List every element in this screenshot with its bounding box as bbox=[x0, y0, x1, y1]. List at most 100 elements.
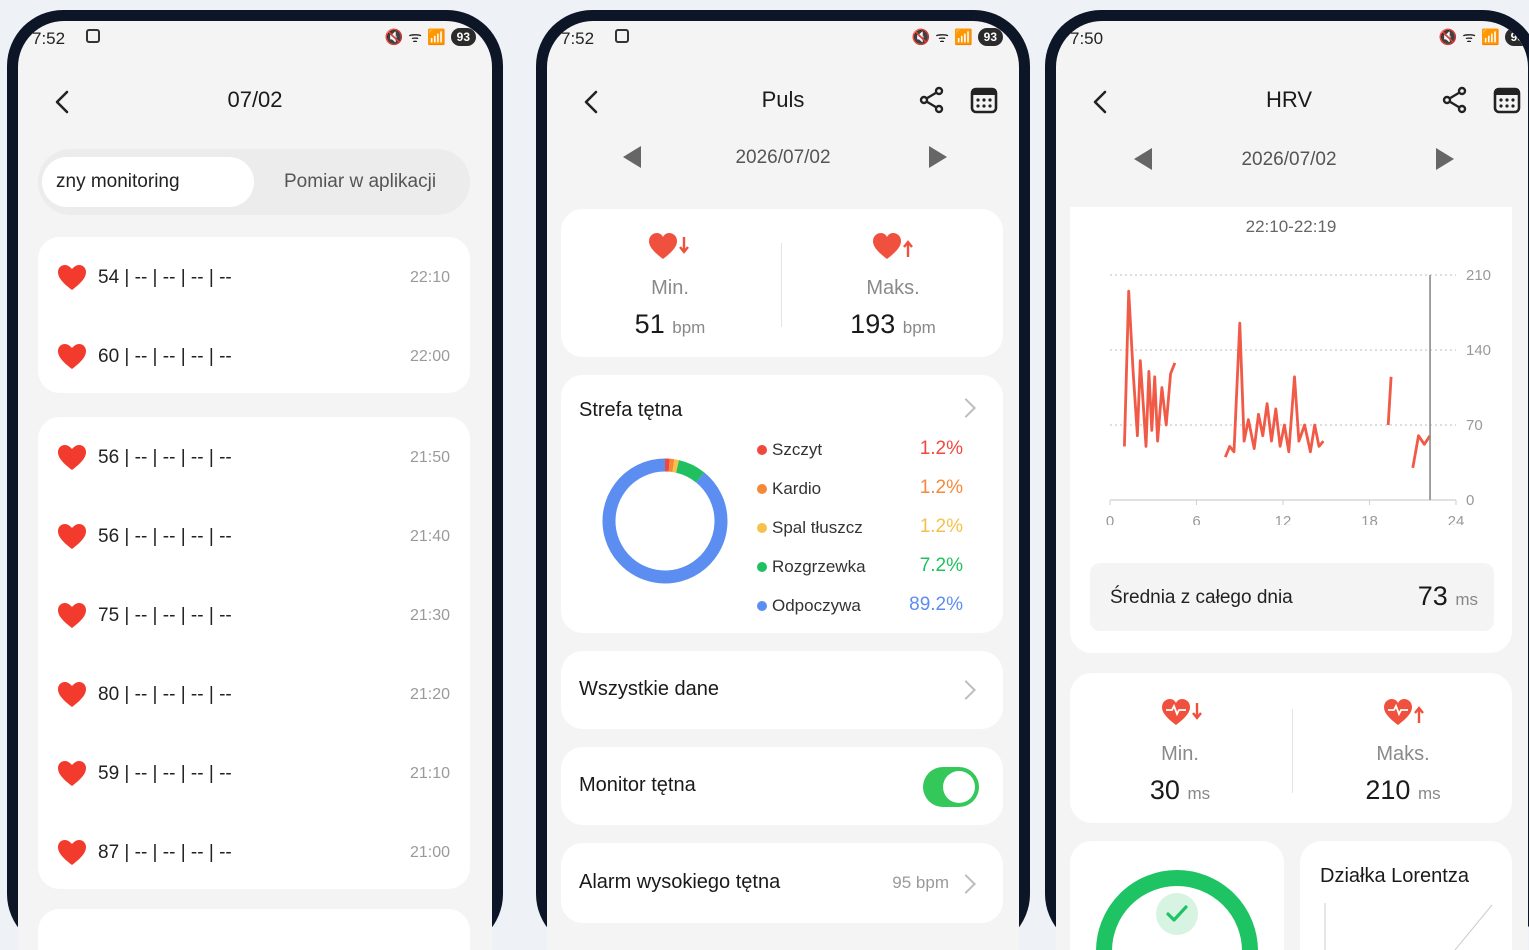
zone-name: Kardio bbox=[772, 479, 821, 499]
x-tick-label: 24 bbox=[1448, 513, 1465, 525]
stress-gauge-card[interactable] bbox=[1070, 841, 1284, 950]
signal-icon: 📶 bbox=[954, 28, 973, 46]
zone-color-dot bbox=[757, 445, 767, 455]
list-item[interactable]: 56 | -- | -- | -- | -- 21:50 bbox=[38, 437, 470, 477]
list-item[interactable]: 87 | -- | -- | -- | -- 21:00 bbox=[38, 832, 470, 872]
zone-name: Szczyt bbox=[772, 440, 822, 460]
reading-time: 22:00 bbox=[410, 348, 450, 366]
hrv-series-line bbox=[1124, 291, 1175, 446]
min-max-card: Min. 51 bpm Maks. 193 bpm bbox=[561, 209, 1003, 357]
mute-icon: 🔇 bbox=[912, 28, 931, 46]
heart-icon bbox=[58, 445, 86, 471]
heart-rate-reading: 56 | -- | -- | -- | -- bbox=[98, 447, 232, 469]
heart-zone-donut bbox=[595, 451, 735, 591]
screen-record-icon bbox=[615, 29, 629, 43]
x-tick-label: 12 bbox=[1275, 513, 1292, 525]
hrv-min-label: Min. bbox=[1100, 743, 1260, 766]
hrv-series-line bbox=[1225, 323, 1323, 457]
heart-icon bbox=[58, 265, 86, 291]
list-item[interactable]: 54 | -- | -- | -- | --22:10 bbox=[38, 257, 470, 297]
list-item[interactable]: 60 | -- | -- | -- | --22:00 bbox=[38, 336, 470, 376]
header: Puls bbox=[547, 79, 1019, 123]
hrv-min-max-card: Min. 30 ms Maks. 210 ms bbox=[1070, 673, 1512, 823]
heart-icon bbox=[58, 761, 86, 787]
chevron-right-icon bbox=[956, 874, 976, 894]
high-hr-alarm-value: 95 bpm bbox=[892, 873, 949, 893]
reading-time: 21:00 bbox=[410, 844, 450, 862]
hrv-min-value: 30 ms bbox=[1100, 775, 1260, 806]
hrv-chart-card: 22:10-22:19 21014070006121824 Średnia z … bbox=[1070, 207, 1512, 653]
status-time: 7:50 bbox=[1070, 29, 1103, 49]
x-tick-label: 0 bbox=[1106, 513, 1114, 525]
donut-slice bbox=[609, 465, 721, 577]
zone-percent: 1.2% bbox=[920, 438, 963, 460]
calendar-icon[interactable] bbox=[1492, 85, 1522, 115]
reading-time: 22:10 bbox=[410, 269, 450, 287]
calendar-icon[interactable] bbox=[969, 85, 999, 115]
high-hr-alarm-row[interactable]: Alarm wysokiego tętna 95 bpm bbox=[561, 843, 1003, 923]
list-item[interactable]: 59 | -- | -- | -- | --21:10 bbox=[38, 753, 470, 793]
heart-up-icon bbox=[873, 233, 913, 261]
heart-icon bbox=[58, 840, 86, 866]
hrv-series-line bbox=[1413, 436, 1430, 468]
heart-monitor-row: Monitor tętna bbox=[561, 747, 1003, 825]
reading-time: 21:10 bbox=[410, 765, 450, 783]
next-day-icon[interactable] bbox=[929, 146, 947, 168]
zone-percent: 1.2% bbox=[920, 477, 963, 499]
zone-name: Odpoczywa bbox=[772, 596, 861, 616]
mute-icon: 🔇 bbox=[385, 28, 404, 46]
status-time: 7:52 bbox=[561, 29, 594, 49]
phone-3-screen: 7:50 🔇 ᯤ 📶 93 HRV 2026/07/02 bbox=[1056, 21, 1528, 950]
mute-icon: 🔇 bbox=[1439, 28, 1458, 46]
y-tick-label: 210 bbox=[1466, 267, 1491, 284]
screen-record-icon bbox=[86, 29, 100, 43]
wifi-icon: ᯤ bbox=[935, 27, 949, 47]
zone-legend-item: Spal tłuszcz1.2% bbox=[757, 515, 963, 543]
lorentz-mini-plot bbox=[1300, 841, 1512, 950]
status-icons: 🔇 ᯤ 📶 93 bbox=[385, 27, 476, 47]
phone-1: 7:52 🔇 ᯤ 📶 93 07/02 zny monitoring Pomia… bbox=[7, 10, 503, 950]
signal-icon: 📶 bbox=[1481, 28, 1500, 46]
min-label: Min. bbox=[590, 277, 750, 300]
status-icons: 🔇 ᯤ 📶 93 bbox=[1439, 27, 1528, 47]
list-item[interactable]: 80 | -- | -- | -- | --21:20 bbox=[38, 674, 470, 714]
high-hr-alarm-label: Alarm wysokiego tętna bbox=[579, 871, 780, 894]
heart-rate-reading: 87 | -- | -- | -- | -- bbox=[98, 842, 232, 864]
header: 07/02 bbox=[18, 79, 492, 123]
tab-auto-monitoring[interactable]: zny monitoring bbox=[42, 157, 254, 207]
time-range-label: 22:10-22:19 bbox=[1070, 217, 1512, 237]
lorentz-plot-card[interactable]: Działka Lorentza bbox=[1300, 841, 1512, 950]
heart-zone-card[interactable]: Strefa tętna Szczyt1.2%Kardio1.2%Spal tł… bbox=[561, 375, 1003, 633]
tab-app-measurement[interactable]: Pomiar w aplikacji bbox=[284, 171, 436, 193]
records-card-3 bbox=[38, 909, 470, 950]
reading-time: 21:40 bbox=[410, 528, 450, 546]
toggle-knob bbox=[943, 771, 975, 803]
heart-pulse-down-icon bbox=[1162, 699, 1202, 727]
phone-1-screen: 7:52 🔇 ᯤ 📶 93 07/02 zny monitoring Pomia… bbox=[18, 21, 492, 950]
min-value: 51 bpm bbox=[590, 309, 750, 340]
zone-legend-item: Szczyt 1.2% bbox=[757, 437, 963, 465]
y-tick-label: 0 bbox=[1466, 492, 1474, 509]
page-title: Puls bbox=[547, 87, 1019, 113]
check-icon bbox=[1162, 899, 1192, 929]
heart-monitor-toggle[interactable] bbox=[923, 767, 979, 807]
y-tick-label: 140 bbox=[1466, 342, 1491, 359]
reading-time: 21:30 bbox=[410, 607, 450, 625]
heart-rate-reading: 80 | -- | -- | -- | -- bbox=[98, 684, 232, 706]
reading-time: 21:50 bbox=[410, 449, 450, 467]
heart-pulse-up-icon bbox=[1384, 699, 1424, 727]
header: HRV bbox=[1056, 79, 1528, 123]
share-icon[interactable] bbox=[1440, 85, 1470, 115]
daily-average-box: Średnia z całego dnia 73 ms bbox=[1090, 563, 1494, 631]
status-bar: 7:50 🔇 ᯤ 📶 93 bbox=[1056, 21, 1528, 55]
next-day-icon[interactable] bbox=[1436, 148, 1454, 170]
heart-icon bbox=[58, 524, 86, 550]
all-data-row[interactable]: Wszystkie dane bbox=[561, 651, 1003, 729]
list-item[interactable]: 56 | -- | -- | -- | --21:40 bbox=[38, 516, 470, 556]
wifi-icon: ᯤ bbox=[1462, 27, 1476, 47]
list-item[interactable]: 75 | -- | -- | -- | --21:30 bbox=[38, 595, 470, 635]
zone-percent: 89.2% bbox=[909, 594, 963, 616]
chevron-right-icon bbox=[956, 680, 976, 700]
share-icon[interactable] bbox=[917, 85, 947, 115]
phone-2: 7:52 🔇 ᯤ 📶 93 Puls 2026/07/02 bbox=[536, 10, 1030, 950]
